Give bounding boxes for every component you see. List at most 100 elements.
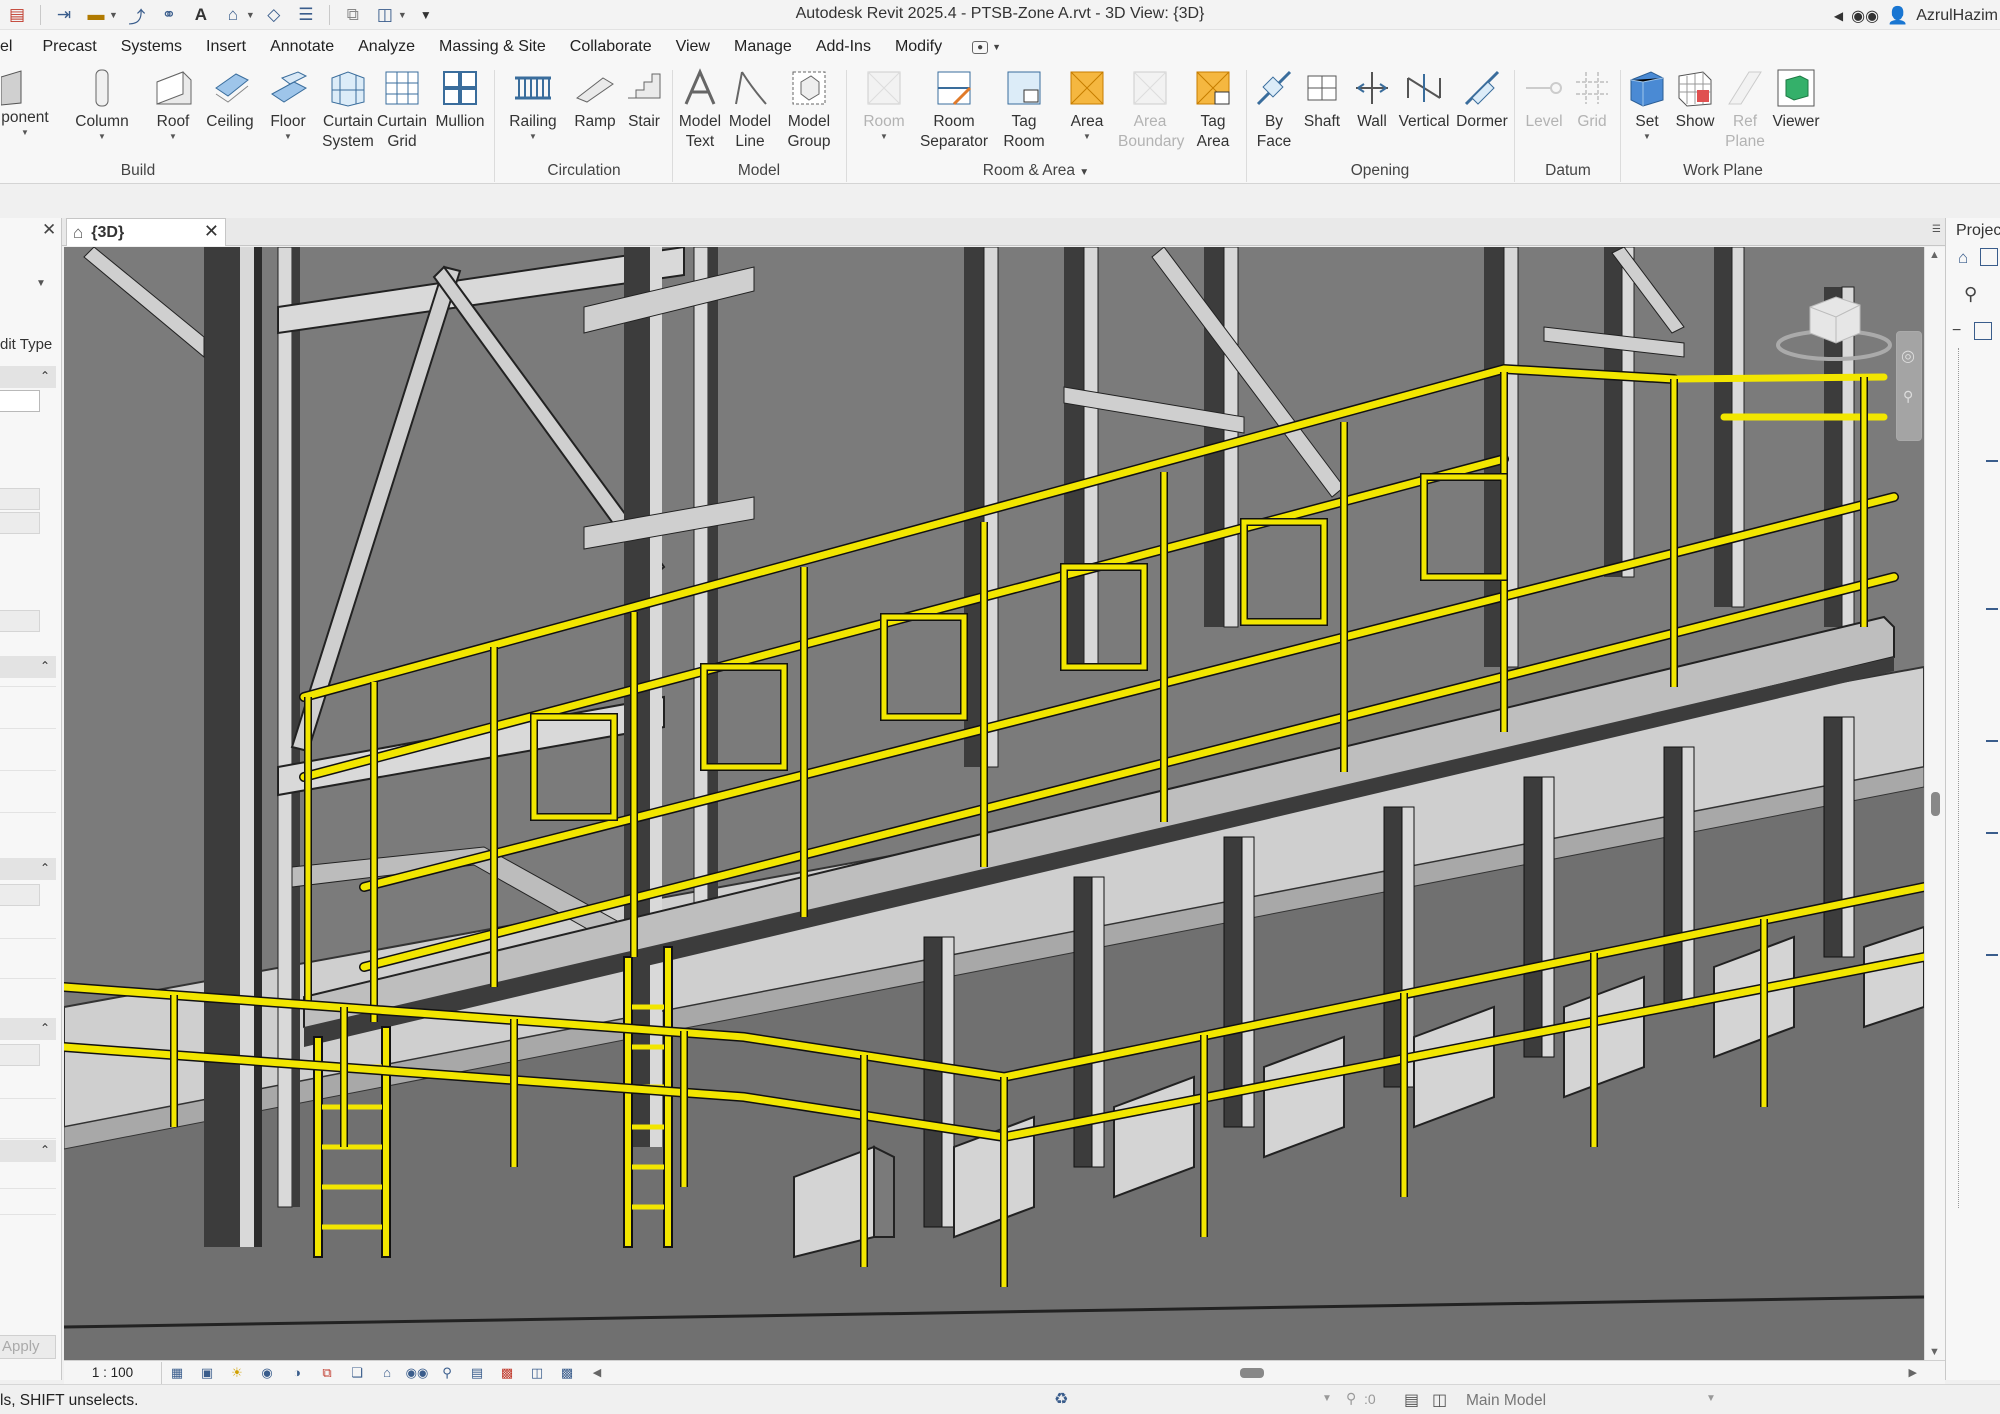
model-line-button[interactable]: Model Line [726, 68, 774, 152]
panel-label-room-area[interactable]: Room & Area ▼ [936, 162, 1136, 180]
editable-only-icon[interactable]: ◫ [1432, 1390, 1447, 1410]
tab-modify[interactable]: Modify [883, 30, 954, 64]
tab-3d-view[interactable]: ⌂ {3D} ✕ [66, 218, 226, 246]
scroll-down-icon[interactable]: ▼ [1929, 1346, 1940, 1358]
temporary-hide-icon[interactable]: ◉◉ [402, 1362, 432, 1384]
navigation-bar[interactable]: ◎ ⚲ [1896, 331, 1922, 441]
chevron-left-icon[interactable]: ◀ [1834, 9, 1843, 23]
viewer-button[interactable]: Viewer [1770, 68, 1822, 132]
component-button[interactable]: ponent ▼ [0, 68, 50, 137]
sun-path-icon[interactable]: ☀ [222, 1362, 252, 1384]
tab-add-ins[interactable]: Add-Ins [804, 30, 883, 64]
vertical-scrollbar[interactable]: ▲ ▼ [1924, 247, 1945, 1360]
show-analytical-model-icon[interactable]: ◫ [522, 1362, 552, 1384]
collapse-icon[interactable]: − [1952, 322, 1961, 340]
tab-manage[interactable]: Manage [722, 30, 804, 64]
highlight-displacement-icon[interactable]: ▩ [552, 1362, 582, 1384]
active-design-option[interactable]: Main Model [1466, 1392, 1546, 1410]
area-button[interactable]: Area ▼ [1064, 68, 1110, 141]
chevron-down-icon[interactable]: ▼ [1322, 1393, 1332, 1404]
show-workplane-button[interactable]: Show [1672, 68, 1718, 132]
crop-view-icon[interactable]: ⧉ [312, 1362, 342, 1384]
user-icon[interactable]: 👤 [1887, 6, 1908, 26]
property-value-field[interactable] [0, 390, 40, 412]
toggle-icon[interactable] [1980, 248, 1998, 266]
mullion-button[interactable]: Mullion [430, 68, 490, 132]
tab-precast[interactable]: Precast [30, 30, 108, 64]
apply-button[interactable]: Apply [0, 1335, 56, 1359]
wall-opening-button[interactable]: Wall [1350, 68, 1394, 132]
model-text-button[interactable]: Model Text [676, 68, 724, 152]
close-icon[interactable]: ✕ [42, 220, 56, 240]
tree-node-collapse[interactable] [1986, 460, 1998, 462]
lock-3d-view-icon[interactable]: ⌂ [372, 1362, 402, 1384]
scroll-up-icon[interactable]: ▲ [1929, 249, 1940, 261]
ramp-button[interactable]: Ramp [572, 68, 618, 132]
binoculars-icon[interactable]: ◉◉ [1851, 6, 1879, 26]
close-icon[interactable]: ✕ [204, 221, 219, 242]
tab-view[interactable]: View [664, 30, 722, 64]
tree-node-collapse[interactable] [1986, 832, 1998, 834]
scrollbar-thumb[interactable] [1931, 792, 1940, 816]
temporary-view-properties-icon[interactable]: ▤ [462, 1362, 492, 1384]
vertical-opening-button[interactable]: Vertical [1398, 68, 1450, 132]
user-name[interactable]: AzrulHazim [1916, 7, 1998, 25]
tag-area-button[interactable]: Tag Area [1188, 68, 1238, 152]
column-button[interactable]: Column ▼ [74, 68, 130, 141]
tab-systems[interactable]: Systems [109, 30, 194, 64]
type-selector-dropdown[interactable]: ▼ [36, 278, 46, 289]
railing-button[interactable]: Railing ▼ [502, 68, 564, 141]
rendering-icon[interactable]: ◑ [282, 1362, 312, 1384]
model-group-button[interactable]: Model Group [780, 68, 838, 152]
dormer-button[interactable]: Dormer [1456, 68, 1508, 132]
tree-node-collapse[interactable] [1986, 608, 1998, 610]
detail-level-icon[interactable]: ▦ [162, 1362, 192, 1384]
scroll-left-icon[interactable]: ◀ [582, 1362, 612, 1384]
properties-section-header[interactable]: ⌃ [0, 1018, 56, 1040]
horizontal-scrollbar-thumb[interactable] [1240, 1368, 1264, 1378]
show-crop-region-icon[interactable]: ❏ [342, 1362, 372, 1384]
filter-icon[interactable]: ⚲ [1346, 1390, 1356, 1407]
visual-style-icon[interactable]: ▣ [192, 1362, 222, 1384]
curtain-grid-button[interactable]: Curtain Grid [376, 68, 428, 152]
tab-model[interactable]: el [0, 30, 30, 64]
design-options-icon[interactable]: ▤ [1404, 1390, 1419, 1410]
tag-room-button[interactable]: Tag Room [998, 68, 1050, 152]
tree-node-collapse[interactable] [1986, 954, 1998, 956]
shaft-button[interactable]: Shaft [1300, 68, 1344, 132]
tab-insert[interactable]: Insert [194, 30, 258, 64]
tab-menu-icon[interactable]: ☰ [1932, 224, 1941, 235]
home-icon[interactable]: ⌂ [1958, 248, 1968, 268]
tab-annotate[interactable]: Annotate [258, 30, 346, 64]
chevron-down-icon[interactable]: ▼ [1706, 1393, 1716, 1404]
edit-type-button[interactable]: dit Type [0, 336, 52, 353]
room-separator-button[interactable]: Room Separator [918, 68, 990, 152]
properties-section-header[interactable]: ⌃ [0, 366, 56, 388]
properties-section-header[interactable]: ⌃ [0, 1140, 56, 1162]
chevron-down-icon[interactable]: ▼ [992, 42, 1001, 52]
by-face-button[interactable]: By Face [1252, 68, 1296, 152]
ribbon-display-toggle[interactable]: ● ▼ [954, 40, 1001, 54]
floor-button[interactable]: Floor ▼ [266, 68, 310, 141]
steering-wheel-icon[interactable]: ◎ [1901, 346, 1915, 366]
stair-button[interactable]: Stair [622, 68, 666, 132]
curtain-system-button[interactable]: Curtain System [320, 68, 376, 152]
3d-viewport[interactable]: ◎ ⚲ [64, 247, 1924, 1360]
workset-icon[interactable]: ♻ [1054, 1389, 1068, 1409]
search-icon[interactable]: ⚲ [1964, 284, 1977, 305]
zoom-icon[interactable]: ⚲ [1903, 388, 1913, 405]
tab-analyze[interactable]: Analyze [346, 30, 427, 64]
shadows-icon[interactable]: ◉ [252, 1362, 282, 1384]
properties-section-header[interactable]: ⌃ [0, 858, 56, 880]
worksharing-display-icon[interactable]: ▩ [492, 1362, 522, 1384]
reveal-hidden-icon[interactable]: ⚲ [432, 1362, 462, 1384]
view-scale[interactable]: 1 : 100 [64, 1361, 162, 1384]
view-cube[interactable] [1764, 287, 1894, 367]
tree-node-collapse[interactable] [1986, 740, 1998, 742]
ceiling-button[interactable]: Ceiling [204, 68, 256, 132]
properties-section-header[interactable]: ⌃ [0, 656, 56, 678]
ribbon-toggle-icon[interactable]: ● [972, 40, 989, 54]
roof-button[interactable]: Roof ▼ [150, 68, 196, 141]
tab-collaborate[interactable]: Collaborate [558, 30, 664, 64]
scroll-right-icon[interactable]: ▶ [1909, 1366, 1917, 1379]
